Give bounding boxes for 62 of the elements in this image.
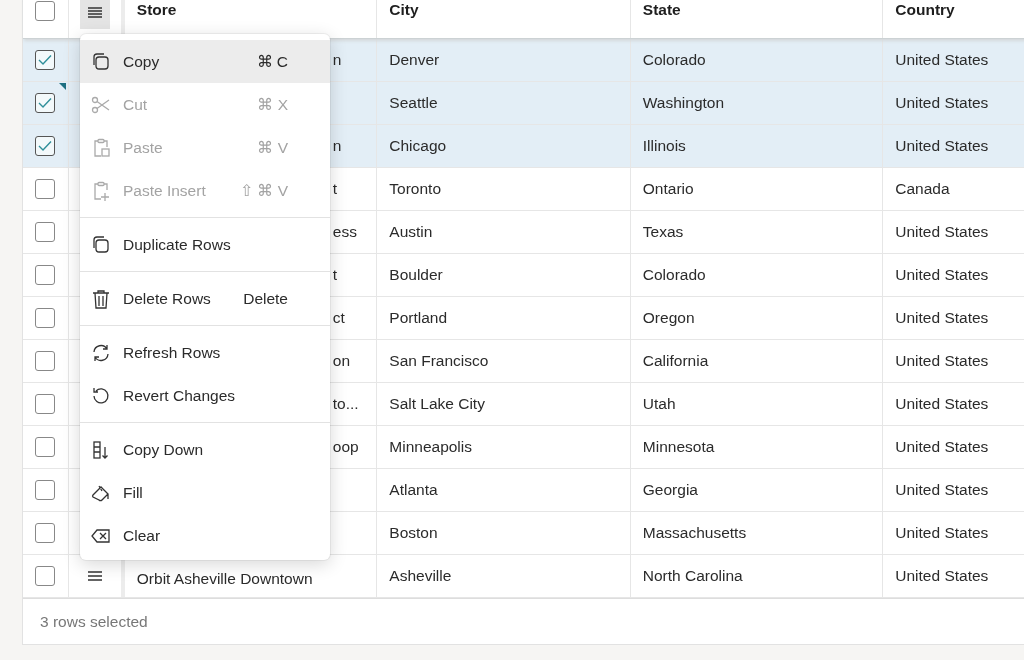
table-cell: oop [332,438,359,456]
menu-item[interactable]: Delete Rows Delete [80,277,330,320]
table-cell: t [332,266,338,284]
menu-item[interactable]: Duplicate Rows [80,223,330,266]
table-cell: United States [895,266,989,284]
table-cell: n [332,51,342,69]
table-cell: Washington [642,94,725,112]
table-cell: Minnesota [642,438,715,456]
table-cell: to... [332,395,359,413]
selection-count: 3 rows selected [40,612,148,631]
table-cell: ess [332,223,357,241]
menu-item[interactable]: Clear [80,514,330,557]
menu-item[interactable]: Fill [80,471,330,514]
table-cell: Texas [642,223,684,241]
table-cell: United States [895,481,989,499]
table-cell: United States [895,137,989,155]
table-cell: Asheville [389,567,452,585]
table-cell: ct [332,309,345,327]
table-cell: Portland [389,309,448,327]
table-cell: Illinois [642,137,686,155]
table-cell: Orbit Asheville Downtown [136,570,313,588]
table-cell: on [332,352,351,370]
table-cell: United States [895,94,989,112]
table-cell: Canada [895,180,950,198]
table-cell: Denver [389,51,440,69]
table-cell: Georgia [642,481,698,499]
table-cell: San Francisco [389,352,489,370]
table-cell: Utah [642,395,676,413]
table-cell: Massachusetts [642,524,747,542]
table-cell: Salt Lake City [389,395,485,413]
column-header[interactable]: Store [136,1,177,19]
table-cell: Boston [389,524,438,542]
table-cell: Ontario [642,180,694,198]
table-cell: United States [895,223,989,241]
table-cell: Minneapolis [389,438,472,456]
table-cell: United States [895,309,989,327]
table-cell: United States [895,352,989,370]
column-header[interactable]: State [642,1,681,19]
menu-item[interactable]: Refresh Rows [80,331,330,374]
table-cell: n [332,137,342,155]
table-cell: Seattle [389,94,438,112]
table-cell: North Carolina [642,567,743,585]
table-cell: Boulder [389,266,443,284]
menu-item[interactable]: Revert Changes [80,374,330,417]
table-cell: Colorado [642,51,706,69]
table-cell: Chicago [389,137,447,155]
table-cell: t [332,180,338,198]
table-cell: Atlanta [389,481,438,499]
table-cell: United States [895,51,989,69]
table-cell: United States [895,524,989,542]
table-cell: United States [895,395,989,413]
table-cell: Colorado [642,266,706,284]
table-cell: United States [895,438,989,456]
table-cell: United States [895,567,989,585]
table-cell: Oregon [642,309,695,327]
table-cell: Toronto [389,180,441,198]
menu-item[interactable]: Copy Down [80,428,330,471]
table-cell: Austin [389,223,433,241]
table-cell: California [642,352,709,370]
column-header[interactable]: Country [895,1,955,19]
menu-item[interactable]: Copy ⌘ C [80,40,330,83]
column-header[interactable]: City [389,1,419,19]
